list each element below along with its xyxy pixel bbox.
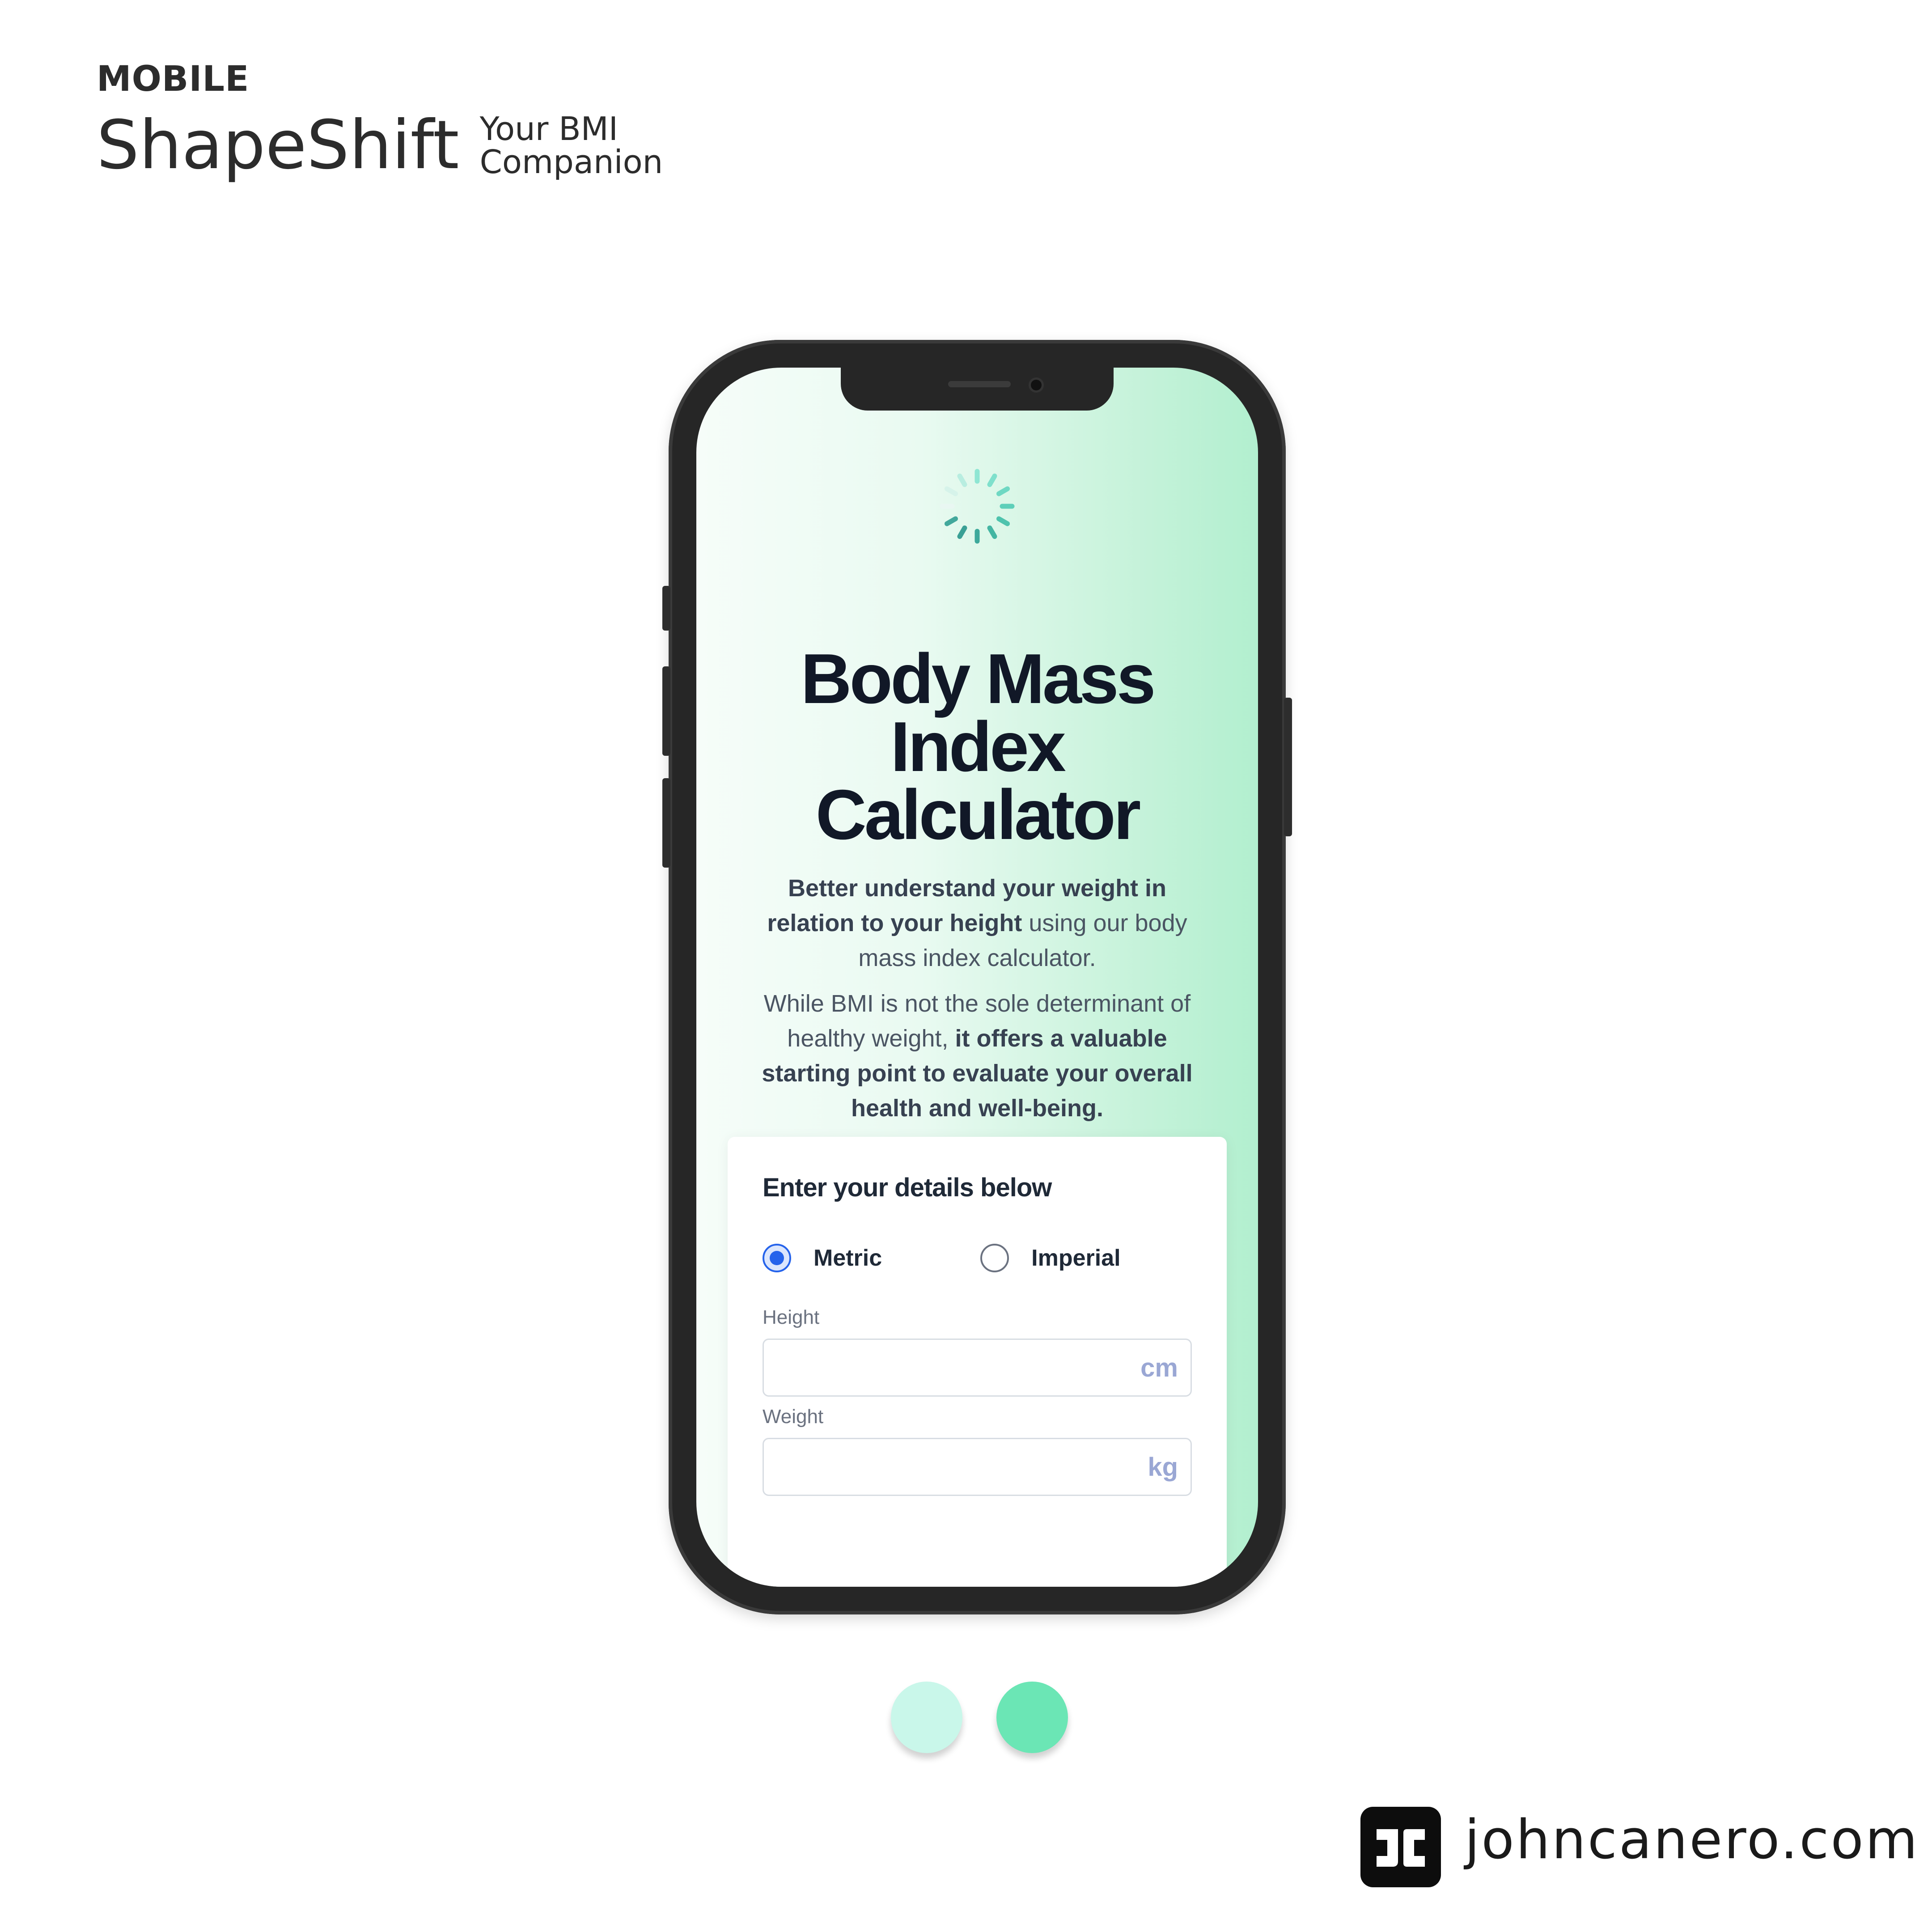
phone-mockup: Body Mass Index Calculator Better unders… [662,340,1292,1614]
app-tagline: Your BMI Companion [480,112,663,178]
silent-switch [662,586,670,631]
weight-unit: kg [1148,1452,1178,1482]
tagline-line-1: Your BMI [479,110,618,148]
weight-label: Weight [763,1406,824,1428]
imperial-label: Imperial [1031,1245,1121,1271]
height-label: Height [763,1306,820,1328]
metric-label: Metric [813,1245,882,1271]
app-name: ShapeShift [97,106,459,184]
radio-unchecked-icon[interactable] [980,1244,1009,1272]
height-field[interactable]: cm [763,1339,1192,1397]
unit-system-selector: Metric Imperial [763,1244,1192,1272]
imperial-radio[interactable]: Imperial [980,1244,1121,1272]
brand-header: ShapeShift Your BMI Companion [97,112,663,179]
title-line-1: Body Mass [801,640,1156,718]
intro-text: Better understand your weight in relatio… [750,871,1204,1126]
author-logo-icon [1360,1807,1441,1887]
bmi-form-card: Enter your details below Metric Imperial… [728,1137,1227,1587]
phone-screen: Body Mass Index Calculator Better unders… [696,368,1258,1587]
speaker-grille [948,381,1011,387]
height-input[interactable] [764,1340,1141,1395]
notch [841,368,1114,411]
color-swatch-light [891,1682,962,1753]
volume-down-button [662,778,670,868]
title-line-3: Calculator [815,775,1141,854]
showcase-page: MOBILE ShapeShift Your BMI Companion Bod… [0,0,1932,1932]
metric-radio[interactable]: Metric [763,1244,882,1272]
camera-icon [1029,377,1044,393]
spinner-icon [940,469,1015,544]
author-website: johncanero.com [1465,1809,1919,1871]
category-label: MOBILE [97,59,250,99]
page-title: Body Mass Index Calculator [696,640,1258,854]
form-heading: Enter your details below [763,1173,1052,1202]
intro-paragraph-1: Better understand your weight in relatio… [750,871,1204,975]
weight-input[interactable] [764,1439,1148,1495]
color-swatch-accent [996,1682,1068,1753]
title-line-2: Index [890,708,1066,786]
power-button [1284,698,1292,836]
height-unit: cm [1140,1353,1178,1382]
intro-paragraph-2: While BMI is not the sole determinant of… [750,986,1204,1126]
radio-checked-icon[interactable] [763,1244,791,1272]
volume-up-button [662,666,670,756]
tagline-line-2: Companion [479,143,663,181]
weight-field[interactable]: kg [763,1438,1192,1496]
